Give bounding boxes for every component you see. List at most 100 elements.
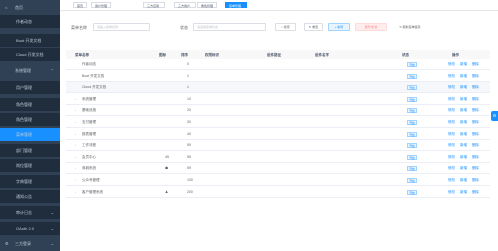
table-row[interactable]: › 客户管理系统 ♟ 200 开启 修改 新增 删除 bbox=[66, 187, 490, 198]
table-row[interactable]: › 报表管理 40 开启 修改 新增 删除 bbox=[66, 129, 490, 140]
add-child-button[interactable]: 新增 bbox=[460, 59, 467, 69]
delete-button[interactable]: 删除 bbox=[472, 71, 479, 81]
sidebar-item[interactable]: 角色管理 bbox=[0, 98, 60, 111]
expand-icon[interactable]: › bbox=[75, 117, 76, 127]
add-child-button[interactable]: 新增 bbox=[460, 140, 467, 150]
table-row[interactable]: › 工作流程 50 开启 修改 新增 删除 bbox=[66, 140, 490, 152]
table-row[interactable]: 作者动态 0 开启 修改 新增 删除 bbox=[66, 59, 490, 70]
add-child-button[interactable]: 新增 bbox=[460, 152, 467, 162]
add-child-button[interactable]: 新增 bbox=[460, 163, 467, 173]
tag-view[interactable]: 三方用户 bbox=[174, 2, 196, 8]
sidebar-item[interactable]: ⚙ 三方登录 ⌄ bbox=[0, 237, 60, 250]
status-label: 状态 bbox=[180, 25, 188, 30]
delete-button[interactable]: 删除 bbox=[472, 152, 479, 162]
edit-button[interactable]: 修改 bbox=[448, 71, 455, 81]
edit-button[interactable]: 修改 bbox=[448, 175, 455, 185]
expand-icon[interactable]: › bbox=[75, 94, 76, 104]
expand-icon[interactable]: › bbox=[75, 175, 76, 185]
delete-button[interactable]: 删除 bbox=[472, 59, 479, 69]
sidebar-item[interactable]: 岗位管理 bbox=[0, 159, 60, 172]
edit-button[interactable]: 修改 bbox=[448, 94, 455, 104]
menu-name-input[interactable]: 请输入菜单名称 bbox=[93, 23, 150, 31]
edit-button[interactable]: 修改 bbox=[448, 59, 455, 69]
delete-button[interactable]: 删除 bbox=[472, 187, 479, 197]
expand-collapse-button[interactable]: 展开/折叠 bbox=[355, 23, 387, 31]
add-child-button[interactable]: 新增 bbox=[460, 117, 467, 127]
edit-button[interactable]: 修改 bbox=[448, 187, 455, 197]
sidebar-item[interactable]: Cloud 开发文档 bbox=[0, 48, 60, 61]
add-child-button[interactable]: 新增 bbox=[460, 71, 467, 81]
delete-button[interactable]: 删除 bbox=[472, 82, 479, 92]
add-button[interactable]: + 新增 bbox=[328, 23, 350, 31]
add-child-button[interactable]: 新增 bbox=[460, 187, 467, 197]
status-badge: 开启 bbox=[407, 108, 417, 114]
sidebar-item[interactable]: 菜单管理 bbox=[0, 128, 60, 141]
add-child-button[interactable]: 新增 bbox=[460, 175, 467, 185]
expand-icon[interactable]: › bbox=[75, 140, 76, 150]
edit-button[interactable]: 修改 bbox=[448, 129, 455, 139]
table-row[interactable]: Cloud 开发文档 1 开启 修改 新增 删除 bbox=[66, 82, 490, 94]
sidebar-item[interactable]: Boot 开发文档 bbox=[0, 34, 60, 47]
edit-button[interactable]: 修改 bbox=[448, 105, 455, 115]
table-row[interactable]: › 会员中心 45 55 开启 修改 新增 删除 bbox=[66, 152, 490, 163]
expand-icon[interactable]: › bbox=[75, 152, 76, 162]
settings-tab[interactable]: ⚙ bbox=[491, 111, 498, 121]
menu-icon-cell: ♟ bbox=[165, 189, 169, 194]
sort-cell: 55 bbox=[187, 154, 191, 159]
add-child-button[interactable]: 新增 bbox=[460, 105, 467, 115]
table-row[interactable]: › 系统管理 10 开启 修改 新增 删除 bbox=[66, 94, 490, 105]
edit-button[interactable]: 修改 bbox=[448, 140, 455, 150]
col-component-path: 组件路径 bbox=[267, 53, 281, 57]
table-row[interactable]: › 基础设施 20 开启 修改 新增 删除 bbox=[66, 105, 490, 117]
delete-button[interactable]: 删除 bbox=[472, 140, 479, 150]
sidebar-item[interactable]: 通知公告 bbox=[0, 190, 60, 203]
delete-button[interactable]: 删除 bbox=[472, 163, 479, 173]
search-button[interactable]: ⌕ 搜索 bbox=[275, 23, 296, 31]
status-badge: 开启 bbox=[407, 143, 417, 149]
sidebar-item[interactable]: 作者动态 bbox=[0, 15, 60, 28]
table-row[interactable]: › 商城系统 ☗ 59 开启 修改 新增 删除 bbox=[66, 163, 490, 175]
sidebar-item[interactable]: ⌂ 首页 bbox=[0, 1, 60, 14]
sidebar-item[interactable]: 字典管理 bbox=[0, 175, 60, 188]
sidebar-item[interactable]: 系统管理 ⌃ bbox=[0, 64, 60, 77]
delete-button[interactable]: 删除 bbox=[472, 175, 479, 185]
edit-button[interactable]: 修改 bbox=[448, 117, 455, 127]
tag-view[interactable]: 角色管理 bbox=[197, 2, 218, 8]
expand-icon[interactable]: › bbox=[75, 105, 76, 115]
refresh-cache-label: 刷新菜单缓存 bbox=[402, 25, 421, 29]
sidebar-item[interactable]: 角色管理 bbox=[0, 113, 60, 126]
delete-button[interactable]: 删除 bbox=[472, 105, 479, 115]
refresh-cache-button[interactable]: ↻ 刷新菜单缓存 bbox=[390, 23, 430, 31]
edit-button[interactable]: 修改 bbox=[448, 82, 455, 92]
table-row[interactable]: › 公众号管理 100 开启 修改 新增 删除 bbox=[66, 175, 490, 186]
edit-button[interactable]: 修改 bbox=[448, 152, 455, 162]
tag-view[interactable]: 三方应用 bbox=[143, 2, 165, 8]
tag-view[interactable]: 首页 bbox=[73, 2, 88, 8]
edit-button[interactable]: 修改 bbox=[448, 163, 455, 173]
expand-icon[interactable]: › bbox=[75, 163, 76, 173]
sidebar-item[interactable]: 审计日志 ⌄ bbox=[0, 206, 60, 219]
search-button-label: 搜索 bbox=[283, 25, 290, 29]
table-row[interactable]: › 支付管理 30 开启 修改 新增 删除 bbox=[66, 117, 490, 128]
tag-view[interactable]: 菜单管理 bbox=[225, 2, 247, 8]
add-child-button[interactable]: 新增 bbox=[460, 82, 467, 92]
add-child-button[interactable]: 新增 bbox=[460, 129, 467, 139]
delete-button[interactable]: 删除 bbox=[472, 117, 479, 127]
reset-button[interactable]: ↻ 重置 bbox=[304, 23, 323, 31]
status-select[interactable]: 请选择菜单状态 bbox=[193, 23, 266, 31]
tag-view[interactable]: 用户管理 bbox=[91, 2, 112, 8]
col-permission: 权限标识 bbox=[205, 53, 219, 57]
add-child-button[interactable]: 新增 bbox=[460, 94, 467, 104]
delete-button[interactable]: 删除 bbox=[472, 94, 479, 104]
sidebar-item-label: 作者动态 bbox=[16, 18, 32, 24]
sidebar-item[interactable]: 用户管理 bbox=[0, 81, 60, 94]
sidebar-item[interactable]: OAuth 2.0 ⌄ bbox=[0, 222, 60, 235]
delete-button[interactable]: 删除 bbox=[472, 129, 479, 139]
menu-name-label: 菜单名称 bbox=[71, 25, 87, 30]
expand-icon[interactable]: › bbox=[75, 129, 76, 139]
sidebar-item[interactable]: 部门管理 bbox=[0, 144, 60, 157]
table-row[interactable]: Boot 开发文档 1 开启 修改 新增 删除 bbox=[66, 71, 490, 82]
sort-cell: 1 bbox=[187, 73, 189, 78]
expand-icon[interactable]: › bbox=[75, 187, 76, 197]
status-badge: 开启 bbox=[407, 166, 417, 172]
